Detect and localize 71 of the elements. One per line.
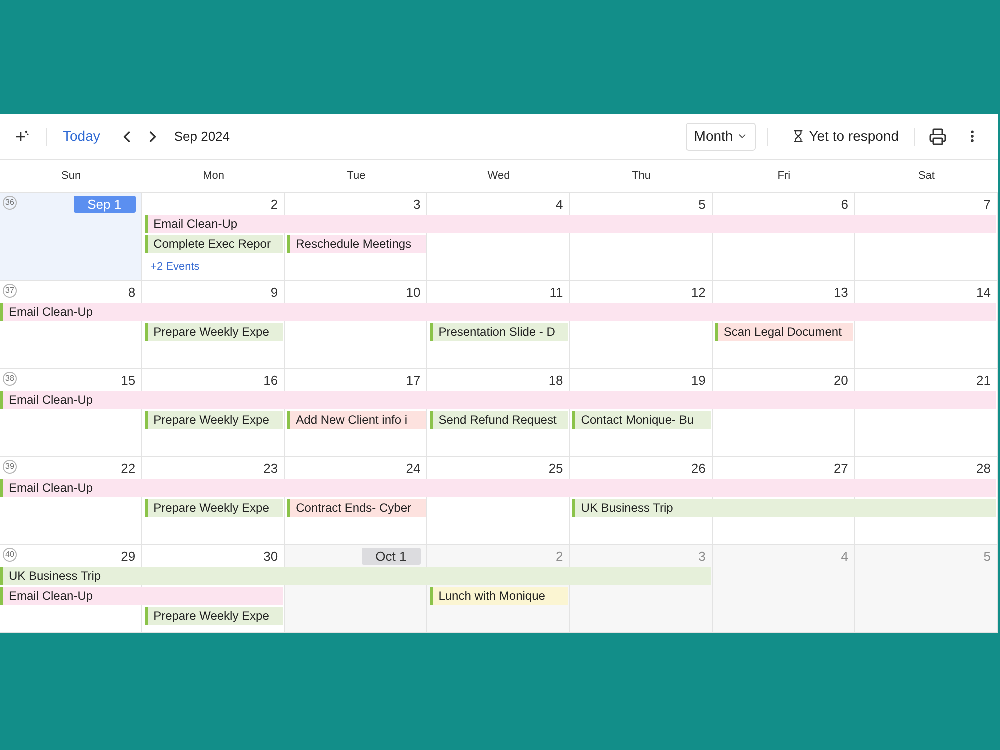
day-number[interactable]: 15: [121, 372, 136, 389]
day-number[interactable]: 17: [406, 372, 421, 389]
calendar-event[interactable]: Email Clean-Up: [0, 303, 996, 321]
filter-button[interactable]: Yet to respond: [792, 126, 899, 147]
weekday-label: Mon: [202, 168, 226, 184]
day-number[interactable]: 25: [548, 460, 564, 477]
day-number[interactable]: 11: [550, 284, 564, 301]
printer-icon: [929, 128, 947, 146]
day-number[interactable]: 14: [976, 284, 991, 301]
day-number[interactable]: 9: [270, 284, 278, 301]
day-number[interactable]: 3: [413, 196, 421, 213]
day-number[interactable]: 26: [691, 460, 706, 477]
calendar-event[interactable]: Prepare Weekly Expe: [144, 411, 284, 429]
day-number[interactable]: 29: [121, 548, 136, 565]
day-number[interactable]: 19: [691, 372, 706, 389]
calendar-event[interactable]: Email Clean-Up: [144, 215, 996, 233]
view-dropdown[interactable]: Month: [686, 122, 756, 150]
day-number[interactable]: 22: [121, 460, 136, 477]
today-button[interactable]: Today: [63, 126, 100, 147]
calendar-event[interactable]: Add New Client info i: [287, 411, 426, 429]
day-number[interactable]: 7: [984, 196, 991, 213]
day-number[interactable]: 28: [976, 460, 991, 477]
weekday-label: Sat: [917, 168, 936, 184]
day-number[interactable]: 2: [270, 196, 278, 213]
day-number[interactable]: 21: [976, 372, 991, 389]
day-number[interactable]: 12: [691, 284, 706, 301]
weekday-label: Fri: [776, 168, 792, 184]
calendar-event[interactable]: Contract Ends- Cyber: [287, 499, 426, 517]
week-number: 38: [3, 372, 17, 386]
date-badge[interactable]: Oct 1: [362, 548, 421, 565]
print-button[interactable]: [929, 128, 947, 146]
weekday-label: Sun: [60, 168, 82, 184]
weekday-label: Wed: [486, 168, 512, 184]
calendar-event[interactable]: Contact Monique- Bu: [572, 411, 711, 429]
calendar-event[interactable]: Lunch with Monique: [430, 587, 568, 605]
calendar-event[interactable]: Reschedule Meetings: [287, 235, 426, 253]
day-number[interactable]: 5: [698, 196, 706, 213]
calendar-event[interactable]: Prepare Weekly Expe: [144, 323, 284, 341]
calendar-event[interactable]: UK Business Trip: [0, 567, 711, 585]
day-number[interactable]: 24: [406, 460, 421, 477]
day-number[interactable]: 13: [834, 284, 848, 301]
calendar-event[interactable]: Email Clean-Up: [0, 587, 284, 605]
calendar-event[interactable]: UK Business Trip: [572, 499, 996, 517]
day-number[interactable]: 8: [128, 284, 136, 301]
week-number: 39: [3, 460, 17, 474]
day-number[interactable]: 30: [264, 548, 278, 565]
day-number[interactable]: 23: [264, 460, 278, 477]
current-period: Sep 2024: [174, 128, 230, 146]
calendar-event[interactable]: Email Clean-Up: [0, 391, 996, 409]
calendar-event[interactable]: Prepare Weekly Expe: [144, 607, 284, 625]
calendar-event[interactable]: Presentation Slide - D: [430, 323, 568, 341]
calendar-event[interactable]: Send Refund Request: [430, 411, 568, 429]
day-number[interactable]: 6: [841, 196, 848, 213]
day-number[interactable]: 4: [556, 196, 564, 213]
week-number: 40: [3, 548, 17, 562]
calendar-event[interactable]: Email Clean-Up: [0, 479, 996, 497]
day-number[interactable]: 20: [834, 372, 848, 389]
calendar-event[interactable]: Complete Exec Repor: [144, 235, 284, 253]
calendar-event[interactable]: Prepare Weekly Expe: [144, 499, 284, 517]
hourglass-icon: [792, 130, 806, 143]
day-number[interactable]: 27: [834, 460, 848, 477]
day-number[interactable]: 16: [264, 372, 278, 389]
day-number[interactable]: 18: [548, 372, 564, 389]
week-number: 36: [3, 196, 17, 210]
week-number: 37: [3, 284, 17, 298]
day-number[interactable]: 10: [406, 284, 421, 301]
sparkle-plus-icon[interactable]: [16, 130, 29, 143]
more-events-link[interactable]: +2 Events: [150, 261, 200, 274]
weekday-label: Thu: [631, 168, 652, 184]
calendar-event[interactable]: Scan Legal Document: [714, 323, 854, 341]
weekday-label: Tue: [346, 168, 367, 184]
